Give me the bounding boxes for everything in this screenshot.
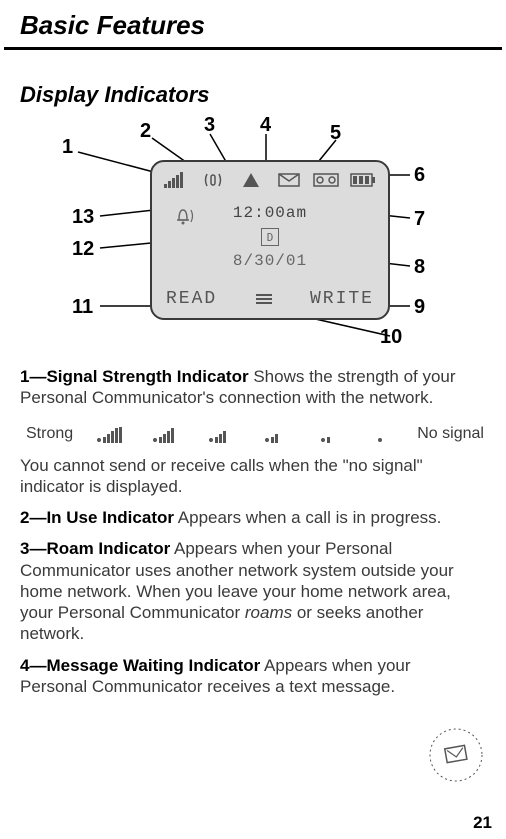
roam-icon xyxy=(237,170,265,190)
chapter-title: Basic Features xyxy=(0,0,506,47)
nosignal-note: You cannot send or receive calls when th… xyxy=(20,455,486,498)
callout-9: 9 xyxy=(414,296,425,319)
legend-item-4: 4—Message Waiting Indicator Appears when… xyxy=(20,655,486,698)
callout-1: 1 xyxy=(62,136,73,159)
signal-4-icon xyxy=(147,425,181,443)
callout-3: 3 xyxy=(204,114,215,137)
legend-body-2: You cannot send or receive calls when th… xyxy=(0,455,506,698)
legend-item-1: 1—Signal Strength Indicator Shows the st… xyxy=(20,366,486,409)
page-number: 21 xyxy=(473,813,492,833)
callout-8: 8 xyxy=(414,256,425,279)
time-text: 12:00am xyxy=(233,204,307,222)
softkey-left: READ xyxy=(166,289,217,309)
menu-icon xyxy=(256,294,272,304)
callout-7: 7 xyxy=(414,208,425,231)
legend-item-3: 3—Roam Indicator Appears when your Perso… xyxy=(20,538,486,644)
callout-11: 11 xyxy=(72,296,93,319)
phone-screen: 12:00am D 8/30/01 READ WRITE xyxy=(150,160,390,320)
voicemail-icon xyxy=(312,170,340,190)
legend-item-2: 2—In Use Indicator Appears when a call i… xyxy=(20,507,486,528)
legend-2-text: Appears when a call is in progress. xyxy=(174,508,441,527)
callout-10: 10 xyxy=(380,326,402,349)
signal-3-icon xyxy=(201,425,235,443)
signal-0-icon xyxy=(363,425,397,443)
message-icon xyxy=(275,170,303,190)
callout-5: 5 xyxy=(330,122,341,145)
softkey-right: WRITE xyxy=(310,289,374,309)
status-bar xyxy=(152,168,388,192)
signal-nosignal-label: No signal xyxy=(417,425,484,443)
callout-2: 2 xyxy=(140,120,151,143)
network-subscription-badge-icon xyxy=(428,727,484,783)
battery-icon xyxy=(349,170,377,190)
legend-1-lead: 1—Signal Strength Indicator xyxy=(20,367,249,386)
alarm-icon xyxy=(170,206,196,231)
signal-strong-label: Strong xyxy=(26,425,73,443)
legend-4-lead: 4—Message Waiting Indicator xyxy=(20,656,260,675)
signal-strength-row: Strong No signal xyxy=(0,419,506,449)
legend-2-lead: 2—In Use Indicator xyxy=(20,508,174,527)
signal-icon xyxy=(163,170,191,190)
signal-1-icon xyxy=(309,425,343,443)
callout-6: 6 xyxy=(414,164,425,187)
signal-5-icon xyxy=(93,425,127,443)
legend-3-roams: roams xyxy=(245,603,292,622)
legend-body: 1—Signal Strength Indicator Shows the st… xyxy=(0,366,506,409)
section-title: Display Indicators xyxy=(0,50,506,114)
date-text: 8/30/01 xyxy=(233,252,307,270)
display-diagram: 1 2 3 4 5 6 7 8 9 10 11 12 13 xyxy=(0,120,506,360)
signal-2-icon xyxy=(255,425,289,443)
d-box-icon: D xyxy=(261,228,279,246)
callout-4: 4 xyxy=(260,114,271,137)
screen-middle: 12:00am D 8/30/01 xyxy=(152,198,388,278)
inuse-icon xyxy=(200,170,228,190)
callout-12: 12 xyxy=(72,238,94,261)
callout-13: 13 xyxy=(72,206,94,229)
legend-3-lead: 3—Roam Indicator xyxy=(20,539,170,558)
softkey-bar: READ WRITE xyxy=(152,286,388,312)
